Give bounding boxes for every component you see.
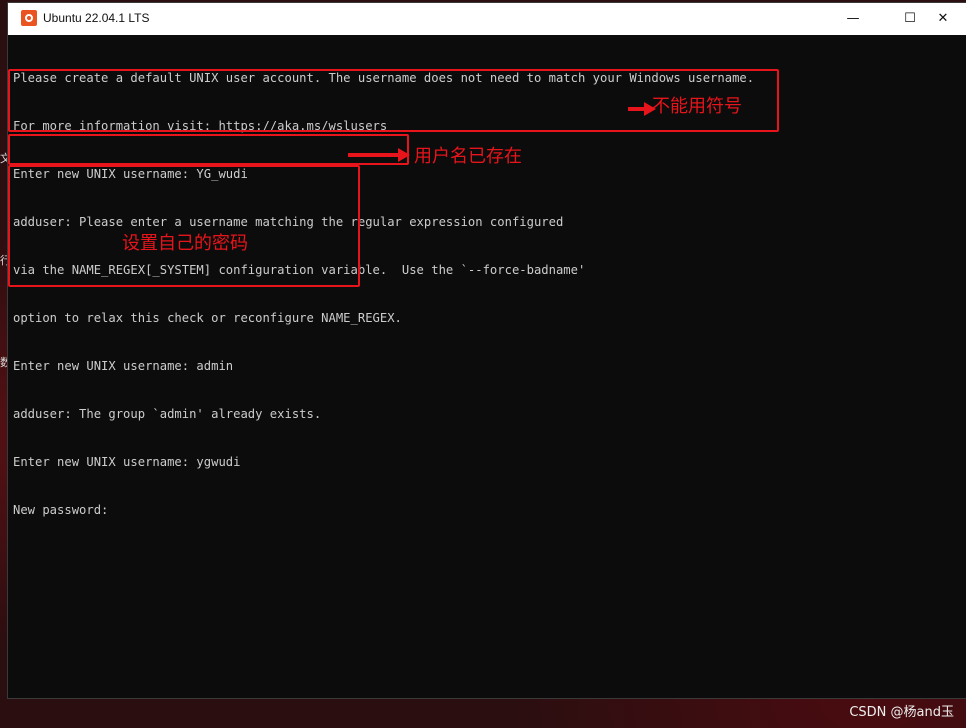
ubuntu-icon xyxy=(21,10,37,26)
minimize-button[interactable]: — xyxy=(830,3,876,35)
terminal-line: adduser: The group `admin' already exist… xyxy=(13,407,322,421)
close-button[interactable]: ✕ xyxy=(920,3,966,35)
annotation-no-symbols: 不能用符号 xyxy=(652,96,742,117)
desktop-background: 文 行 数 Ubuntu 22.04.1 LTS — ☐ ✕ Please cr… xyxy=(0,0,966,728)
terminal-line: New password: xyxy=(13,503,109,517)
window-title: Ubuntu 22.04.1 LTS xyxy=(43,11,150,25)
terminal-line: Enter new UNIX username: ygwudi xyxy=(13,455,241,469)
annotation-username-exists: 用户名已存在 xyxy=(414,146,522,167)
annotation-box-exists xyxy=(8,134,409,165)
terminal-line: Enter new UNIX username: admin xyxy=(13,359,234,373)
arrow-exists xyxy=(348,148,410,162)
csdn-watermark: CSDN @杨and玉 xyxy=(849,705,954,720)
annotation-box-password xyxy=(8,165,360,287)
terminal-window[interactable]: Ubuntu 22.04.1 LTS — ☐ ✕ Please create a… xyxy=(8,3,966,698)
annotation-set-password: 设置自己的密码 xyxy=(122,233,248,254)
terminal-line: option to relax this check or reconfigur… xyxy=(13,311,402,325)
arrow-badname xyxy=(628,102,656,116)
title-bar[interactable]: Ubuntu 22.04.1 LTS — ☐ ✕ xyxy=(8,3,966,35)
